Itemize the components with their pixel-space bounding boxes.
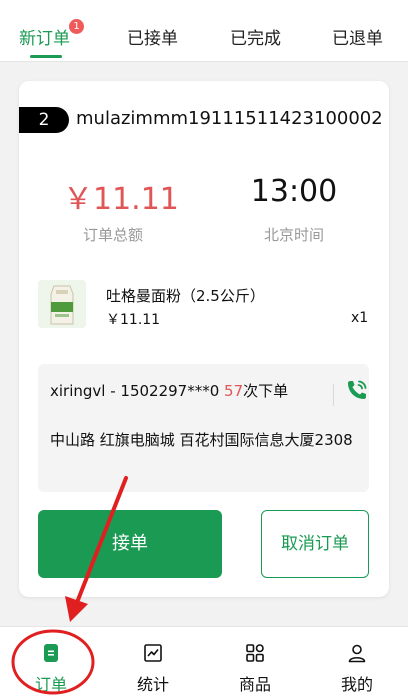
customer-separator: -: [105, 382, 121, 400]
customer-order-count: 57: [224, 382, 244, 400]
customer-line: xiringvl - 1502297***0 57次下单: [50, 381, 310, 401]
order-time-label: 北京时间: [263, 226, 324, 244]
cancel-order-button[interactable]: 取消订单: [261, 510, 369, 578]
tab-new-orders[interactable]: 新订单: [19, 24, 70, 49]
order-card: 2 mulazimmm19111511423100002 ￥11.11 订单总额…: [19, 81, 389, 597]
customer-info: xiringvl - 1502297***0 57次下单 中山路 红旗电脑城 百…: [38, 364, 369, 492]
customer-name: xiringvl: [50, 382, 106, 400]
phone-call-icon[interactable]: [345, 378, 369, 402]
nav-statistics[interactable]: 统计: [102, 627, 204, 698]
order-id: mulazimmm19111511423100002: [76, 108, 383, 129]
user-icon: [347, 643, 367, 663]
order-total-amount: ￥11.11: [63, 182, 179, 217]
active-tab-indicator: [30, 55, 62, 58]
nav-products-label: 商品: [238, 675, 271, 694]
nav-orders[interactable]: 订单: [0, 627, 102, 698]
bottom-navigation: 订单 统计 商品 我的: [0, 626, 408, 698]
product-name: 吐格曼面粉（2.5公斤）: [106, 287, 265, 305]
nav-profile-label: 我的: [340, 675, 373, 694]
phone-divider: [333, 384, 334, 406]
nav-statistics-label: 统计: [136, 675, 169, 694]
grid-icon: [245, 643, 265, 663]
product-quantity: x1: [351, 310, 369, 326]
order-list-icon: [41, 643, 61, 663]
order-status-tabs: 新订单 1 已接单 已完成 已退单: [0, 0, 408, 62]
order-time: 13:00: [250, 174, 338, 209]
tab-accepted[interactable]: 已接单: [127, 24, 178, 49]
order-number-badge: 2: [19, 107, 69, 133]
product-price: ￥11.11: [106, 312, 161, 328]
order-total-label: 订单总额: [82, 226, 143, 244]
tab-refunded[interactable]: 已退单: [332, 24, 383, 49]
chart-icon: [143, 643, 163, 663]
tab-completed[interactable]: 已完成: [230, 24, 281, 49]
nav-orders-label: 订单: [34, 675, 67, 694]
nav-profile[interactable]: 我的: [306, 627, 408, 698]
customer-order-count-suffix: 次下单: [243, 382, 289, 400]
nav-products[interactable]: 商品: [204, 627, 306, 698]
customer-phone: 1502297***0: [120, 382, 220, 400]
product-thumbnail: [38, 280, 86, 328]
new-orders-badge: 1: [69, 19, 84, 34]
accept-order-button[interactable]: 接单: [38, 510, 222, 578]
customer-address: 中山路 红旗电脑城 百花村国际信息大厦2308: [50, 431, 353, 449]
